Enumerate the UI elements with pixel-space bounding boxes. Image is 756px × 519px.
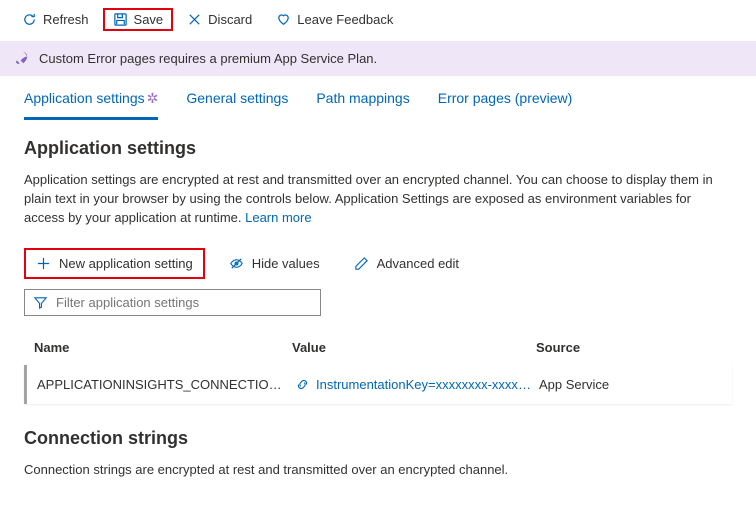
save-icon bbox=[113, 12, 128, 27]
col-header-name[interactable]: Name bbox=[34, 340, 292, 355]
discard-label: Discard bbox=[208, 12, 252, 27]
setting-source: App Service bbox=[539, 377, 722, 392]
content-area: Application settings Application setting… bbox=[0, 120, 756, 519]
unsaved-indicator: ✲ bbox=[147, 90, 159, 106]
tab-strip: Application settings✲ General settings P… bbox=[0, 76, 756, 120]
app-settings-actions: New application setting Hide values Adva… bbox=[24, 248, 732, 279]
tab-error-pages[interactable]: Error pages (preview) bbox=[438, 90, 573, 120]
settings-table: Name Value Source APPLICATIONINSIGHTS_CO… bbox=[24, 334, 732, 404]
tab-general-settings[interactable]: General settings bbox=[186, 90, 288, 120]
refresh-icon bbox=[22, 12, 37, 27]
tab-path-mappings[interactable]: Path mappings bbox=[316, 90, 409, 120]
premium-banner: Custom Error pages requires a premium Ap… bbox=[0, 41, 756, 76]
connection-strings-description: Connection strings are encrypted at rest… bbox=[24, 461, 732, 480]
connection-strings-section: Connection strings Connection strings ar… bbox=[24, 428, 732, 480]
filter-input[interactable] bbox=[56, 295, 312, 310]
discard-button[interactable]: Discard bbox=[177, 8, 262, 31]
feedback-label: Leave Feedback bbox=[297, 12, 393, 27]
close-icon bbox=[187, 12, 202, 27]
rocket-icon bbox=[14, 51, 29, 66]
eye-off-icon bbox=[229, 256, 244, 271]
advanced-edit-button[interactable]: Advanced edit bbox=[344, 250, 469, 277]
command-bar: Refresh Save Discard Leave Feedback bbox=[0, 0, 756, 41]
refresh-label: Refresh bbox=[43, 12, 89, 27]
connection-strings-title: Connection strings bbox=[24, 428, 732, 449]
table-header: Name Value Source bbox=[24, 334, 732, 365]
setting-name: APPLICATIONINSIGHTS_CONNECTION_STRING bbox=[37, 377, 295, 392]
new-application-setting-button[interactable]: New application setting bbox=[24, 248, 205, 279]
table-row[interactable]: APPLICATIONINSIGHTS_CONNECTION_STRING In… bbox=[24, 365, 732, 404]
filter-icon bbox=[33, 295, 48, 310]
save-label: Save bbox=[134, 12, 164, 27]
app-settings-description: Application settings are encrypted at re… bbox=[24, 171, 732, 228]
filter-container[interactable] bbox=[24, 289, 321, 316]
col-header-source[interactable]: Source bbox=[536, 340, 722, 355]
save-button[interactable]: Save bbox=[103, 8, 174, 31]
plus-icon bbox=[36, 256, 51, 271]
setting-value-link[interactable]: InstrumentationKey=xxxxxxxx-xxxx-xxxx bbox=[295, 377, 531, 392]
learn-more-link[interactable]: Learn more bbox=[245, 210, 311, 225]
feedback-button[interactable]: Leave Feedback bbox=[266, 8, 403, 31]
app-settings-title: Application settings bbox=[24, 138, 732, 159]
heart-icon bbox=[276, 12, 291, 27]
hide-values-button[interactable]: Hide values bbox=[219, 250, 330, 277]
col-header-value[interactable]: Value bbox=[292, 340, 536, 355]
pencil-icon bbox=[354, 256, 369, 271]
link-icon bbox=[295, 377, 310, 392]
tab-application-settings[interactable]: Application settings✲ bbox=[24, 90, 158, 120]
banner-text: Custom Error pages requires a premium Ap… bbox=[39, 51, 377, 66]
refresh-button[interactable]: Refresh bbox=[12, 8, 99, 31]
